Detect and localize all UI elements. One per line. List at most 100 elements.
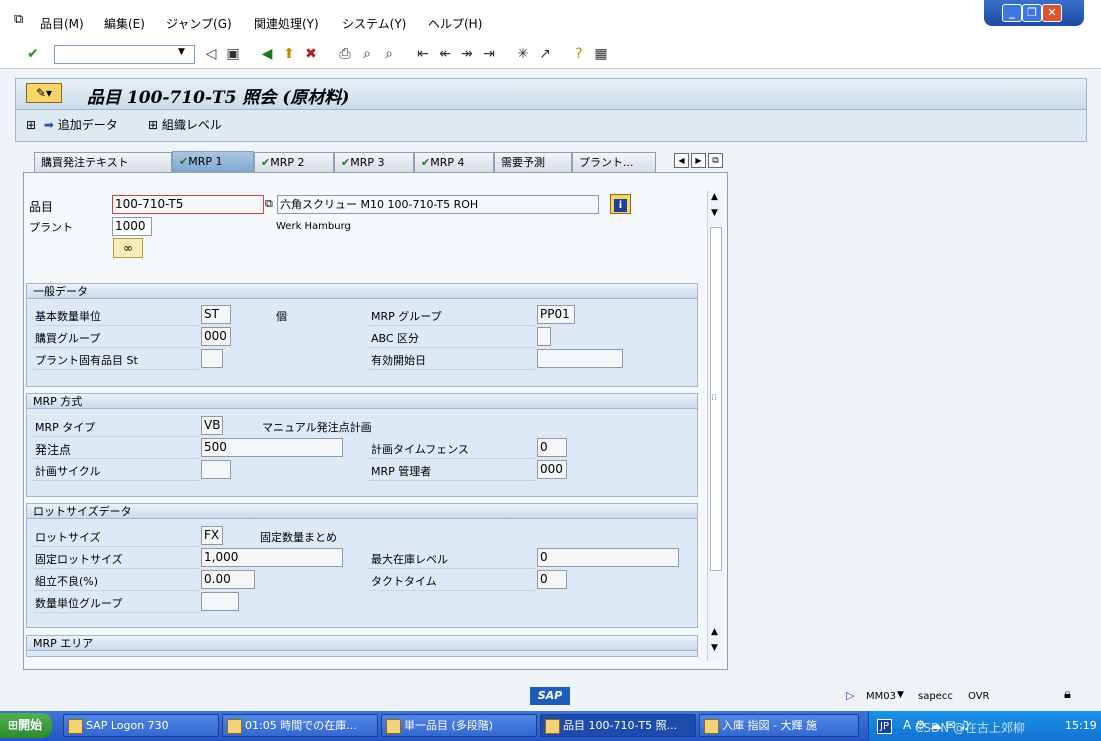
- play-icon[interactable]: ▷: [846, 689, 854, 702]
- scroll-down-icon[interactable]: ▼: [711, 643, 718, 653]
- group-title: 一般データ: [27, 284, 697, 299]
- first-page-icon[interactable]: ⇤: [414, 45, 432, 63]
- last-page-icon[interactable]: ⇥: [480, 45, 498, 63]
- tab-plant-more[interactable]: プラント...: [572, 152, 656, 172]
- splitter-handle[interactable]: ⁞⁞: [711, 393, 717, 403]
- mrp-group-field: PP01: [537, 305, 575, 324]
- save-icon[interactable]: ▣: [224, 45, 242, 63]
- standard-toolbar: ✔ ▼ ◁ ▣ ◀ ⬆ ✖ ⎙ ⌕ ⌕ ⇤ ↞ ↠ ⇥ ✳ ↗ ? ▦: [0, 40, 1101, 69]
- find-next-icon[interactable]: ⌕: [380, 45, 398, 63]
- tab-mrp2[interactable]: ✔MRP 2: [254, 152, 334, 172]
- group-title: ロットサイズデータ: [27, 504, 697, 519]
- lot-size-label: ロットサイズ: [35, 531, 101, 544]
- chevron-down-icon[interactable]: ▼: [897, 690, 904, 700]
- time-fence-label: 計画タイムフェンス: [371, 443, 469, 456]
- plant-status-label: プラント固有品目 St: [35, 354, 138, 367]
- mrp-area-group: MRP エリア: [26, 635, 698, 657]
- material-field[interactable]: 100-710-T5: [112, 195, 264, 214]
- display-mode-icon[interactable]: ✎▾: [26, 83, 62, 103]
- max-stock-field: 0: [537, 548, 679, 567]
- mrp-type-field: VB: [201, 416, 223, 435]
- tab-mrp4[interactable]: ✔MRP 4: [414, 152, 494, 172]
- tab-purchase-text[interactable]: 購買発注テキスト: [34, 152, 172, 172]
- scroll-up-icon[interactable]: ▲: [711, 192, 718, 202]
- plant-status-field: [201, 349, 223, 368]
- org-chart-icon: ⊞: [26, 118, 37, 132]
- window-icon: [704, 719, 719, 734]
- tab-scroll-right-button[interactable]: ▶: [691, 153, 706, 168]
- rounding-profile-label: 数量単位グループ: [35, 597, 123, 610]
- enter-icon[interactable]: ✔: [24, 45, 42, 63]
- language-indicator[interactable]: JP: [877, 719, 892, 734]
- command-field[interactable]: [54, 45, 195, 64]
- lot-size-field: FX: [201, 526, 223, 545]
- fixed-lot-field: 1,000: [201, 548, 343, 567]
- hierarchy-icon: ⊞: [148, 118, 159, 132]
- cancel-icon[interactable]: ✖: [302, 45, 320, 63]
- restore-button[interactable]: ❐: [1022, 4, 1042, 22]
- shortcut-icon[interactable]: ↗: [536, 45, 554, 63]
- general-data-group: 一般データ: [26, 283, 698, 387]
- menu-edit[interactable]: 編集(E): [104, 15, 145, 32]
- reorder-point-field: 500: [201, 438, 343, 457]
- system-tray: JP A ⚙ ☁ ✉ ♫ CSDN @在古上郊柳 15:19: [868, 711, 1101, 741]
- help-icon[interactable]: ?: [570, 45, 588, 63]
- task-single-level[interactable]: 単一品目 (多段階): [381, 714, 537, 737]
- tab-mrp1[interactable]: ✔MRP 1: [172, 151, 254, 172]
- abc-field: [537, 327, 551, 346]
- start-button[interactable]: ⊞開始: [0, 713, 52, 738]
- base-uom-field: ST: [201, 305, 231, 324]
- back-arrow-icon[interactable]: ◁: [202, 45, 220, 63]
- purch-group-label: 購買グループ: [35, 332, 101, 345]
- additional-data-button[interactable]: ⊞ ➡ 追加データ: [26, 116, 118, 133]
- new-session-icon[interactable]: ✳: [514, 45, 532, 63]
- scroll-down-icon[interactable]: ▼: [711, 208, 718, 218]
- next-page-icon[interactable]: ↠: [458, 45, 476, 63]
- mrp-procedure-group: MRP 方式: [26, 393, 698, 497]
- group-title: MRP 方式: [27, 394, 697, 409]
- find-icon[interactable]: ⌕: [358, 45, 376, 63]
- check-icon: ✔: [261, 156, 271, 169]
- menu-material[interactable]: 品目(M): [40, 15, 84, 32]
- menu-system[interactable]: システム(Y): [342, 15, 406, 32]
- minimize-button[interactable]: _: [1002, 4, 1022, 22]
- group-title: MRP エリア: [27, 636, 697, 651]
- base-uom-label: 基本数量単位: [35, 310, 101, 323]
- exit-icon[interactable]: ⬆: [280, 45, 298, 63]
- vertical-scrollbar[interactable]: ▲ ▼ ▲ ▼: [707, 191, 724, 661]
- prev-page-icon[interactable]: ↞: [436, 45, 454, 63]
- task-material-display[interactable]: 品目 100-710-T5 照...: [540, 714, 696, 737]
- menu-icon[interactable]: ⧉: [14, 12, 23, 27]
- org-levels-button[interactable]: ⊞ 組織レベル: [148, 116, 222, 133]
- tab-list-button[interactable]: ⧉: [708, 153, 723, 168]
- tab-forecast[interactable]: 需要予測: [494, 152, 572, 172]
- back-icon[interactable]: ◀: [258, 45, 276, 63]
- glasses-icon[interactable]: ∞: [113, 238, 143, 258]
- plant-label: プラント: [29, 221, 73, 234]
- menu-help[interactable]: ヘルプ(H): [428, 15, 482, 32]
- task-stock-time[interactable]: 01:05 時間での在庫...: [222, 714, 378, 737]
- print-icon[interactable]: ⎙: [336, 45, 354, 63]
- valid-from-field: [537, 349, 623, 368]
- menu-extras[interactable]: 関連処理(Y): [254, 15, 319, 32]
- plant-description: Werk Hamburg: [276, 221, 351, 232]
- org-levels-label: 組織レベル: [161, 118, 222, 132]
- tab-scroll-left-button[interactable]: ◀: [674, 153, 689, 168]
- mrp-type-label: MRP タイプ: [35, 421, 96, 434]
- plant-field[interactable]: 1000: [112, 217, 152, 236]
- mrp-controller-label: MRP 管理者: [371, 465, 432, 478]
- window-icon: [386, 719, 401, 734]
- scroll-up-icon[interactable]: ▲: [711, 627, 718, 637]
- tab-mrp3[interactable]: ✔MRP 3: [334, 152, 414, 172]
- task-sap-logon[interactable]: SAP Logon 730: [63, 714, 219, 737]
- layout-icon[interactable]: ▦: [592, 45, 610, 63]
- mrp-controller-field: 000: [537, 460, 567, 479]
- status-bar: SAP ▷ MM03 ▼ sapecc OVR 🔒︎: [0, 684, 1101, 710]
- menu-goto[interactable]: ジャンプ(G): [166, 15, 232, 32]
- chevron-down-icon[interactable]: ▼: [178, 47, 185, 57]
- mrp-type-text: マニュアル発注点計画: [262, 421, 372, 434]
- info-icon[interactable]: i: [610, 194, 631, 214]
- task-goods-receipt[interactable]: 入庫 指図 - 大輝 施: [699, 714, 859, 737]
- additional-data-label: 追加データ: [57, 118, 118, 132]
- close-button[interactable]: ✕: [1042, 4, 1062, 22]
